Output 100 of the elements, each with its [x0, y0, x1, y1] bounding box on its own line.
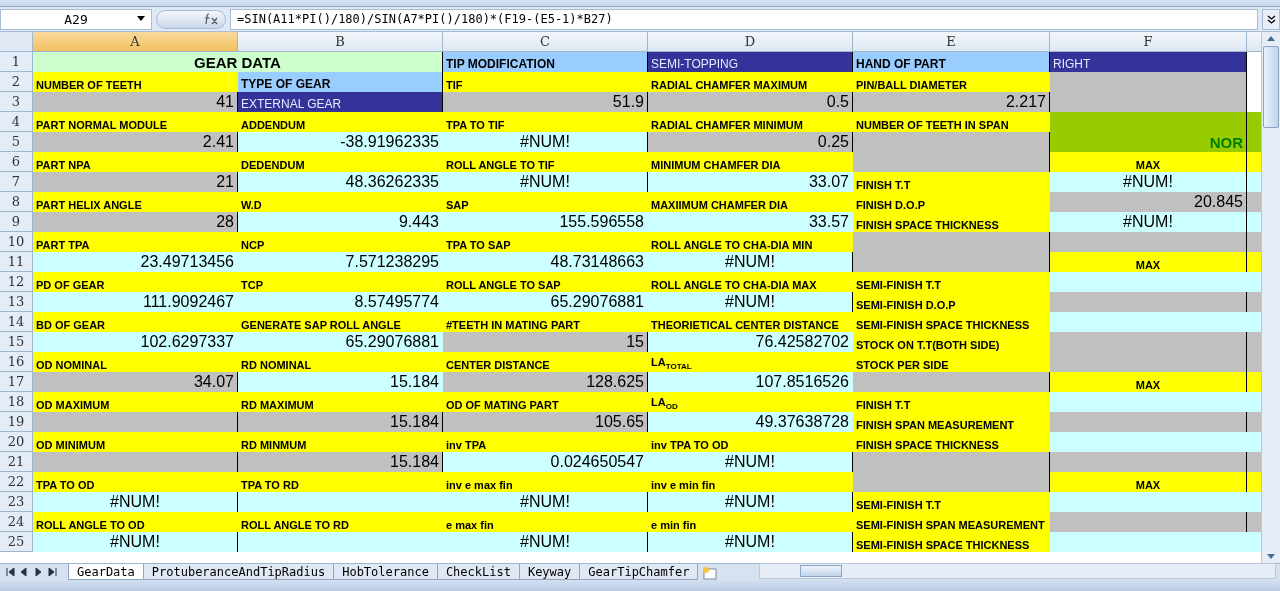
horizontal-scrollbar[interactable]: [759, 563, 1276, 579]
row-header[interactable]: 2: [0, 72, 33, 92]
column-header[interactable]: C: [443, 32, 648, 52]
expand-button[interactable]: [1262, 8, 1280, 30]
table-cell: 76.42582702: [648, 332, 853, 352]
table-cell: [1247, 252, 1261, 272]
table-cell: 49.37638728: [648, 412, 853, 432]
table-cell: 33.07: [648, 172, 853, 192]
table-cell: 2.41: [33, 132, 238, 152]
column-header[interactable]: A: [33, 32, 238, 52]
row-header[interactable]: 9: [0, 212, 33, 232]
scroll-thumb[interactable]: [1263, 46, 1279, 128]
row-header[interactable]: 13: [0, 292, 33, 312]
table-cell: TIP MODIFICATION: [443, 52, 648, 72]
table-cell: 65.29076881: [238, 332, 443, 352]
sheet-tab[interactable]: GearData: [68, 564, 144, 580]
table-cell: #NUM!: [648, 252, 853, 272]
table-cell: SEMI-FINISH SPAN MEASUREMENT: [853, 512, 1050, 532]
row-header[interactable]: 20: [0, 432, 33, 452]
table-cell: #NUM!: [443, 532, 648, 552]
table-cell: OD OF MATING PART: [443, 392, 648, 412]
select-all-corner[interactable]: [0, 32, 33, 52]
row-header[interactable]: 8: [0, 192, 33, 212]
table-cell: ADDENDUM: [238, 112, 443, 132]
table-cell: MAXIIMUM CHAMFER DIA: [648, 192, 853, 212]
row-header[interactable]: 25: [0, 532, 33, 552]
table-cell: 128.625: [443, 372, 648, 392]
row-header[interactable]: 3: [0, 92, 33, 112]
table-cell: GEAR DATA: [33, 52, 443, 72]
table-cell: PART NPA: [33, 152, 238, 172]
formula-field[interactable]: =SIN(A11*PI()/180)/SIN(A7*PI()/180)*(F19-(E5-1)*B27): [230, 8, 1258, 30]
table-cell: LA$_{OD}$: [648, 392, 853, 412]
row-header[interactable]: 16: [0, 352, 33, 372]
column-header[interactable]: E: [853, 32, 1050, 52]
table-cell: TPA TO TIF: [443, 112, 648, 132]
table-cell: FINISH SPACE THICKNESS: [853, 432, 1050, 452]
table-cell: 7.571238295: [238, 252, 443, 272]
table-cell: 0.25: [648, 132, 853, 152]
table-cell: DEDENDUM: [238, 152, 443, 172]
row-header[interactable]: 6: [0, 152, 33, 172]
table-cell: [1247, 132, 1261, 152]
name-box[interactable]: A29: [0, 8, 152, 30]
table-cell: PART NORMAL MODULE: [33, 112, 238, 132]
row-header[interactable]: 4: [0, 112, 33, 132]
table-cell: [1247, 112, 1261, 132]
table-cell: 107.8516526: [648, 372, 853, 392]
table-cell: RADIAL CHAMFER MAXIMUM: [648, 72, 853, 92]
table-cell: FINISH SPACE THICKNESS: [853, 212, 1050, 232]
table-cell: e min fin: [648, 512, 853, 532]
row-header[interactable]: 11: [0, 252, 33, 272]
table-cell: HAND OF PART: [853, 52, 1050, 72]
table-cell: 111.9092467: [33, 292, 238, 312]
row-header[interactable]: 12: [0, 272, 33, 292]
row-header[interactable]: 19: [0, 412, 33, 432]
row-header[interactable]: 24: [0, 512, 33, 532]
row-header[interactable]: 5: [0, 132, 33, 152]
row-header[interactable]: 1: [0, 52, 33, 72]
table-cell: [1247, 412, 1261, 432]
table-cell: LA$_{TOTAL}$: [648, 352, 853, 372]
sheet-tab[interactable]: HobTolerance: [333, 564, 438, 580]
table-cell: [1247, 452, 1261, 472]
scroll-thumb[interactable]: [800, 565, 843, 577]
table-cell: #TEETH IN MATING PART: [443, 312, 648, 332]
table-cell: ROLL ANGLE TO SAP: [443, 272, 648, 292]
sheet-tab[interactable]: Keyway: [518, 564, 581, 580]
table-cell: OD MAXIMUM: [33, 392, 238, 412]
sheet-tab[interactable]: GearTipChamfer: [579, 564, 699, 580]
table-cell: 2.217: [853, 92, 1050, 112]
row-header[interactable]: 18: [0, 392, 33, 412]
sheet-tab[interactable]: CheckList: [436, 564, 520, 580]
table-cell: THEORIETICAL CENTER DISTANCE: [648, 312, 853, 332]
row-header[interactable]: 15: [0, 332, 33, 352]
row-header[interactable]: 22: [0, 472, 33, 492]
column-header[interactable]: B: [238, 32, 443, 52]
table-cell: [1247, 352, 1261, 372]
vertical-scrollbar[interactable]: [1261, 32, 1280, 563]
table-cell: #NUM!: [1050, 212, 1247, 232]
table-cell: [1247, 312, 1261, 332]
row-header[interactable]: 21: [0, 452, 33, 472]
table-cell: PART TPA: [33, 232, 238, 252]
table-cell: 105.65: [443, 412, 648, 432]
function-button[interactable]: [156, 9, 226, 29]
table-cell: EXTERNAL GEAR: [238, 92, 443, 112]
sheet-tab[interactable]: ProtuberanceAndTipRadius: [142, 564, 335, 580]
row-header[interactable]: 14: [0, 312, 33, 332]
table-cell: SEMI-FINISH T.T: [853, 492, 1050, 512]
table-cell: FINISH T.T: [853, 172, 1050, 192]
caret-icon[interactable]: [137, 15, 145, 21]
table-cell: MAX: [1050, 252, 1247, 272]
table-cell: TPA TO RD: [238, 472, 443, 492]
table-cell: [1247, 172, 1261, 192]
row-header[interactable]: 10: [0, 232, 33, 252]
column-header[interactable]: D: [648, 32, 853, 52]
fx-icon: [203, 13, 219, 25]
new-sheet-icon[interactable]: [701, 566, 720, 580]
row-header[interactable]: 17: [0, 372, 33, 392]
table-cell: MAX: [1050, 472, 1247, 492]
row-header[interactable]: 7: [0, 172, 33, 192]
row-header[interactable]: 23: [0, 492, 33, 512]
column-header[interactable]: F: [1050, 32, 1247, 52]
